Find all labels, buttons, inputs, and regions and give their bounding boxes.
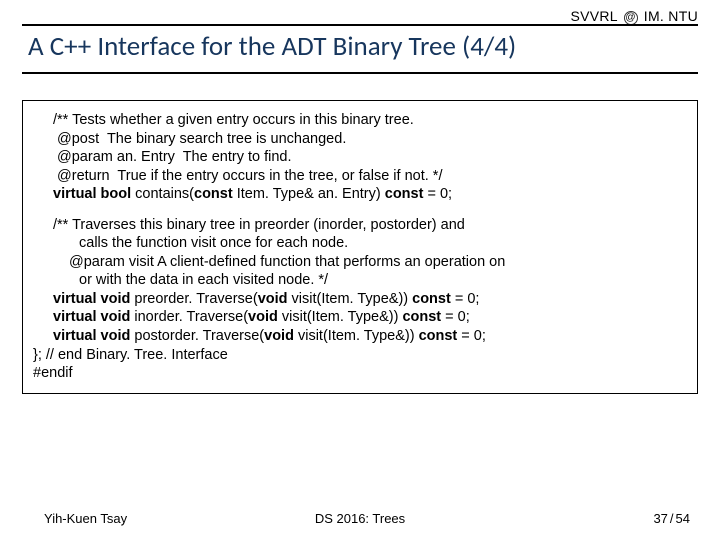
page-sep: / [668, 511, 676, 526]
kw: void [264, 328, 298, 344]
endif: #endif [33, 364, 687, 383]
comment-line: or with the data in each visited node. *… [33, 271, 687, 290]
kw: const [412, 291, 455, 307]
org-right: IM. NTU [644, 8, 698, 24]
txt: Item. Type& an. Entry) [237, 186, 385, 202]
divider-top [22, 24, 698, 26]
signature-inorder: virtual void inorder. Traverse(void visi… [33, 308, 687, 327]
txt: = 0; [427, 186, 452, 202]
comment-line: @return True if the entry occurs in the … [33, 167, 687, 186]
code-block-contains: /** Tests whether a given entry occurs i… [33, 111, 687, 204]
signature-contains: virtual bool contains(const Item. Type& … [33, 185, 687, 204]
txt: visit(Item. Type&)) [298, 328, 419, 344]
kw: const [385, 186, 428, 202]
txt: postorder. Traverse( [134, 328, 264, 344]
footer-pager: 37/54 [653, 511, 690, 526]
kw: virtual bool [53, 186, 135, 202]
at-icon: @ [624, 11, 638, 25]
kw: void [248, 309, 282, 325]
page-current: 37 [653, 511, 667, 526]
org-left: SVVRL [570, 8, 617, 24]
page-total: 54 [676, 511, 690, 526]
comment-line: calls the function visit once for each n… [33, 234, 687, 253]
txt: = 0; [455, 291, 480, 307]
txt: inorder. Traverse( [134, 309, 248, 325]
kw: virtual void [53, 309, 134, 325]
signature-preorder: virtual void preorder. Traverse(void vis… [33, 290, 687, 309]
divider-under-title [22, 72, 698, 74]
comment-line: @post The binary search tree is unchange… [33, 130, 687, 149]
slide: SVVRL @ IM. NTU A C++ Interface for the … [0, 0, 720, 540]
kw: virtual void [53, 328, 134, 344]
txt: = 0; [461, 328, 486, 344]
txt: visit(Item. Type&)) [292, 291, 413, 307]
txt: = 0; [445, 309, 470, 325]
kw: virtual void [53, 291, 134, 307]
txt: contains( [135, 186, 194, 202]
kw: const [194, 186, 237, 202]
page-title: A C++ Interface for the ADT Binary Tree … [28, 30, 516, 63]
org-header: SVVRL @ IM. NTU [570, 8, 698, 25]
kw: void [258, 291, 292, 307]
kw: const [419, 328, 462, 344]
comment-line: /** Traverses this binary tree in preord… [33, 216, 687, 235]
comment-line: @param an. Entry The entry to find. [33, 148, 687, 167]
footer-course: DS 2016: Trees [0, 511, 720, 526]
comment-line: @param visit A client-defined function t… [33, 253, 687, 272]
signature-postorder: virtual void postorder. Traverse(void vi… [33, 327, 687, 346]
txt: preorder. Traverse( [134, 291, 257, 307]
kw: const [402, 309, 445, 325]
code-block-traverse: /** Traverses this binary tree in preord… [33, 216, 687, 383]
code-box: /** Tests whether a given entry occurs i… [22, 100, 698, 394]
txt: visit(Item. Type&)) [282, 309, 403, 325]
class-close: }; // end Binary. Tree. Interface [33, 346, 687, 365]
comment-line: /** Tests whether a given entry occurs i… [33, 111, 687, 130]
